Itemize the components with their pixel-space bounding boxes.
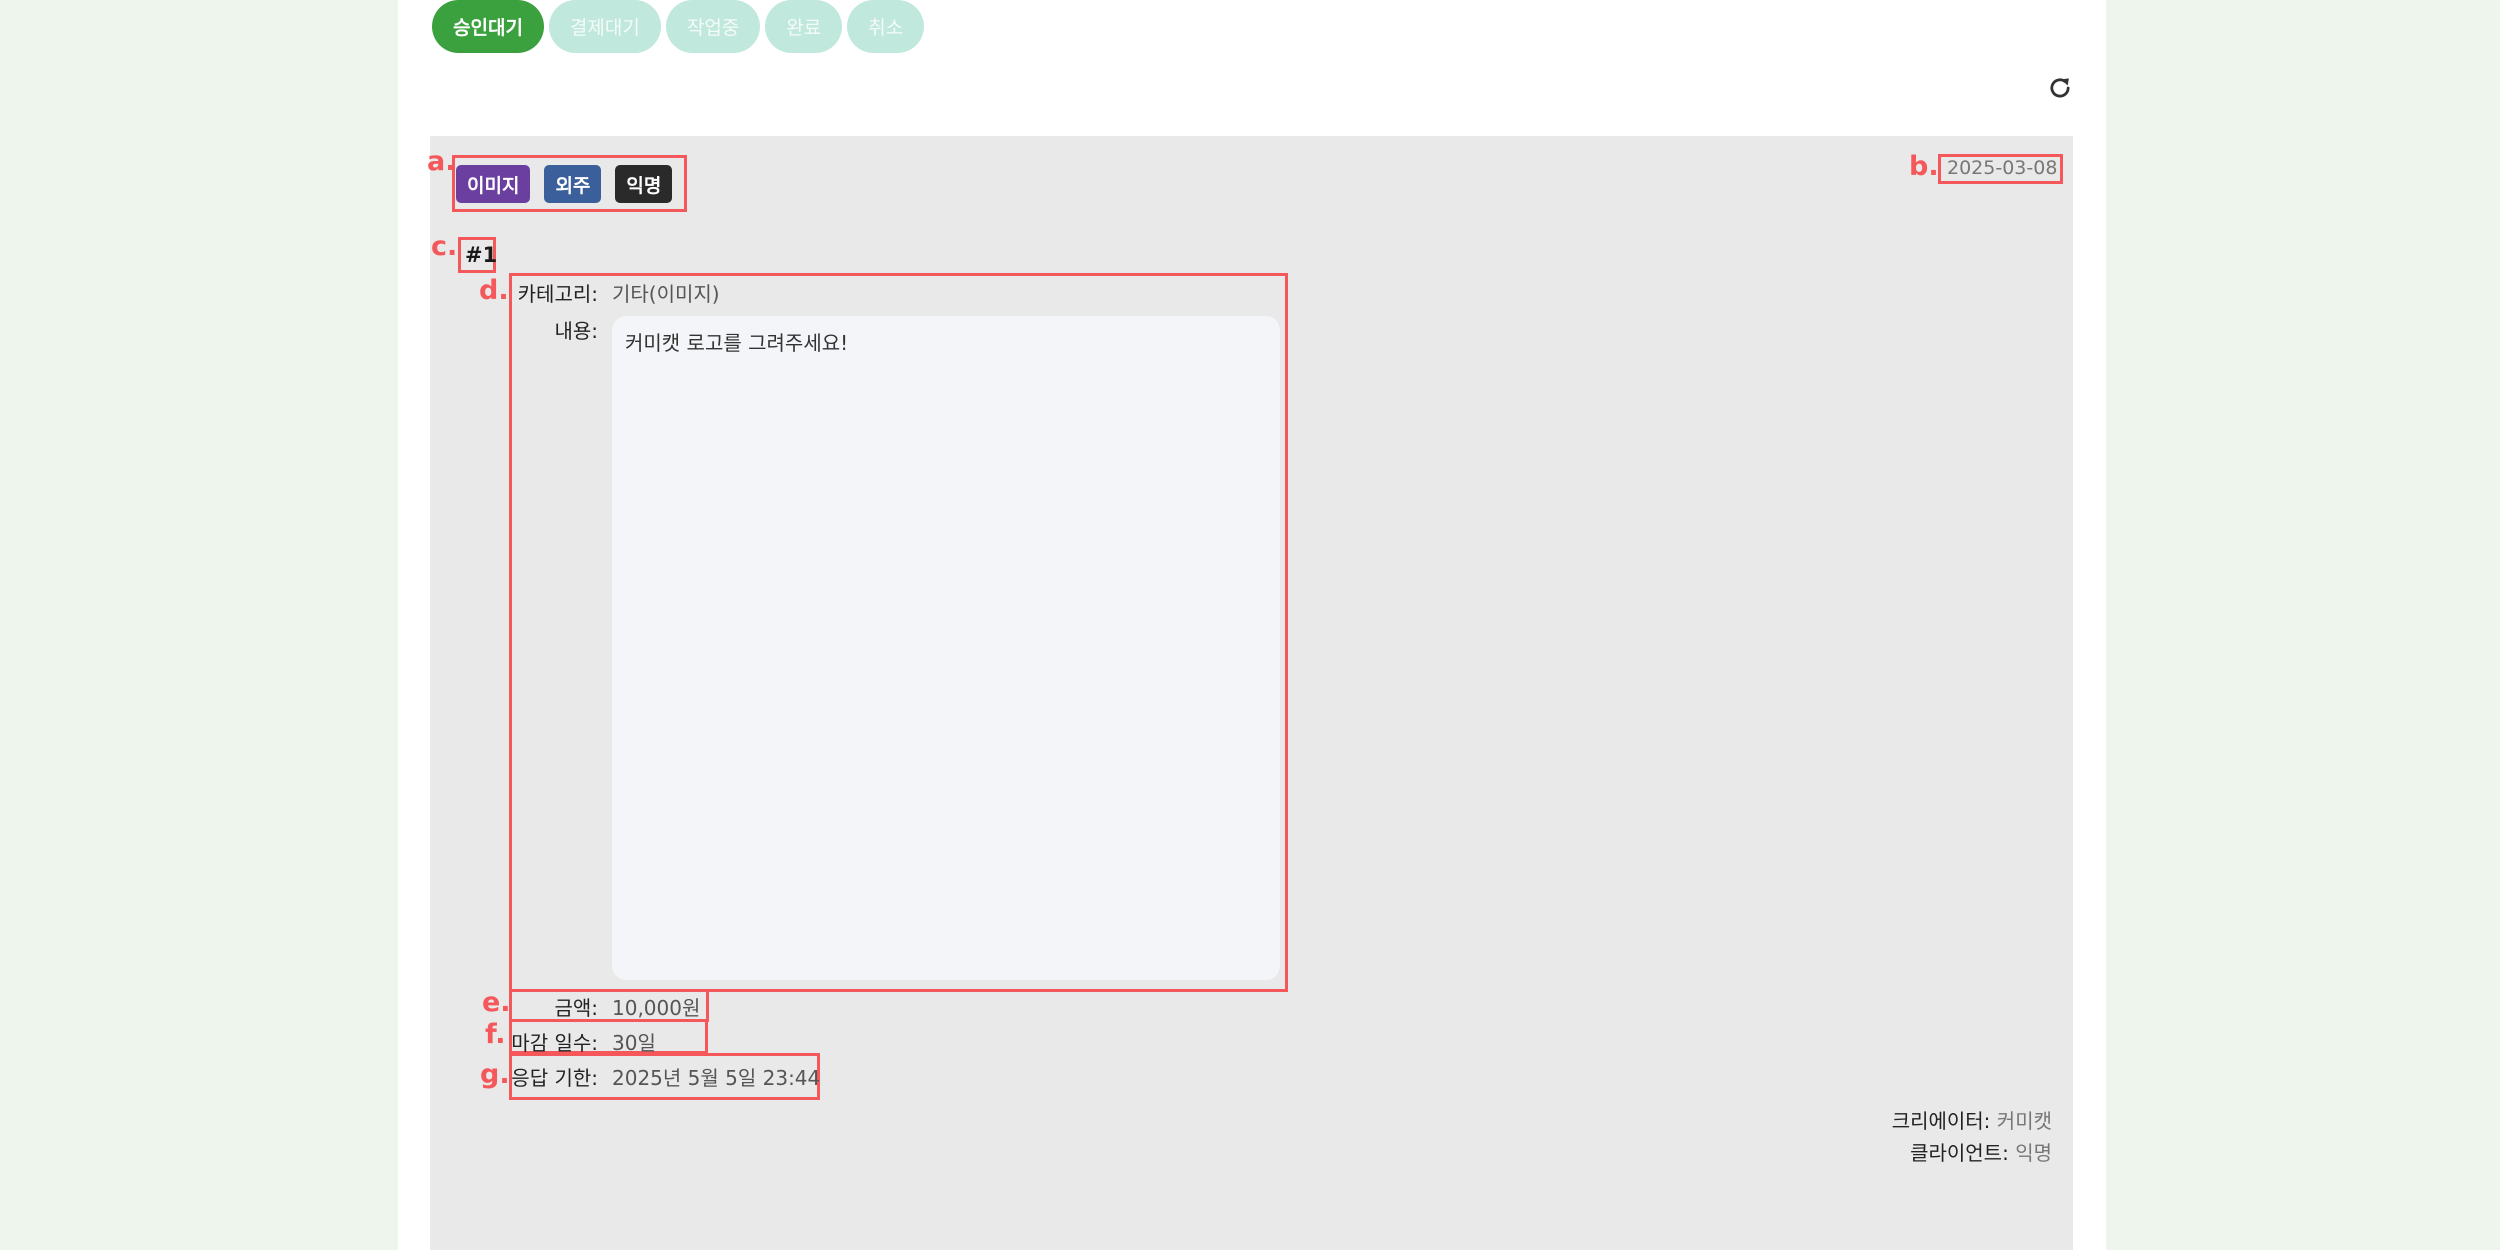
- tag-image: 이미지: [456, 165, 531, 203]
- response-due-label: 응답 기한:: [511, 1066, 598, 1090]
- marker-b: b.: [1909, 151, 1939, 182]
- category-label: 카테고리:: [517, 282, 598, 306]
- content-textarea[interactable]: 커미캣 로고를 그려주세요!: [612, 316, 1280, 980]
- tab-in-progress[interactable]: 작업중: [665, 0, 761, 53]
- tab-pending-payment[interactable]: 결제대기: [548, 0, 661, 53]
- tab-cancelled[interactable]: 취소: [847, 0, 925, 53]
- tag-list: 이미지 외주 익명: [456, 165, 673, 203]
- tab-completed[interactable]: 완료: [765, 0, 843, 53]
- deadline-days-label: 마감 일수:: [511, 1031, 598, 1055]
- marker-c: c.: [431, 231, 458, 262]
- deadline-days-value: 30일: [612, 1031, 656, 1055]
- client-label: 클라이언트:: [1910, 1141, 2009, 1165]
- refresh-icon[interactable]: [2046, 74, 2074, 102]
- tag-outsourcing: 외주: [544, 165, 602, 203]
- creator-info: 크리에이터: 커미캣: [1892, 1105, 2052, 1134]
- tag-anonymous: 익명: [615, 165, 673, 203]
- request-date: 2025-03-08: [1947, 157, 2058, 179]
- status-tabs: 승인대기 결제대기 작업중 완료 취소: [432, 0, 925, 54]
- content-label: 내용:: [554, 319, 598, 343]
- category-value: 기타(이미지): [612, 282, 720, 306]
- client-info: 클라이언트: 익명: [1910, 1137, 2052, 1166]
- tab-pending-approval[interactable]: 승인대기: [432, 0, 544, 53]
- creator-label: 크리에이터:: [1891, 1109, 1991, 1133]
- amount-value: 10,000원: [612, 996, 701, 1020]
- client-value: 익명: [2015, 1141, 2052, 1165]
- creator-value: 커미캣: [1996, 1109, 2052, 1133]
- request-number: #1: [465, 243, 498, 267]
- marker-a: a.: [427, 146, 456, 177]
- amount-label: 금액:: [554, 996, 598, 1020]
- response-due-value: 2025년 5월 5일 23:44: [612, 1066, 821, 1090]
